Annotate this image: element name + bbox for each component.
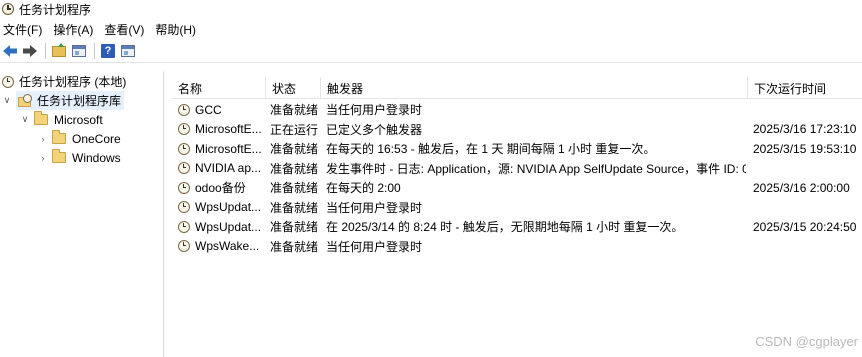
clock-icon <box>178 201 190 214</box>
column-header-trigger[interactable]: 触发器 <box>320 77 747 99</box>
folder-icon <box>52 130 66 144</box>
task-library-icon <box>18 94 32 107</box>
task-name: MicrosoftE... <box>195 141 262 156</box>
task-status: 准备就绪 <box>270 220 319 235</box>
tree-item-library[interactable]: 任务计划程序库 <box>16 91 125 110</box>
chevron-right-icon[interactable]: › <box>38 153 48 163</box>
chevron-down-icon[interactable]: ∨ <box>2 95 12 106</box>
folder-icon <box>34 111 48 125</box>
clock-icon <box>178 103 190 116</box>
task-name: WpsUpdat... <box>195 219 262 234</box>
forward-button[interactable] <box>21 42 39 60</box>
task-next-run <box>753 159 861 179</box>
task-name: MicrosoftE... <box>195 122 262 137</box>
tree-item-label: Windows <box>72 150 121 165</box>
table-row[interactable]: MicrosoftE... 准备就绪 在每天的 16:53 - 触发后，在 1 … <box>172 139 862 159</box>
toolbar-separator <box>45 43 46 59</box>
task-trigger: 当任何用户登录时 <box>326 239 423 254</box>
task-trigger: 发生事件时 - 日志: Application，源: NVIDIA App Se… <box>326 161 746 176</box>
task-next-run: 2025/3/16 2:00:00 <box>753 180 850 195</box>
task-status: 准备就绪 <box>270 142 319 157</box>
task-name: NVIDIA ap... <box>195 161 262 176</box>
tree-item-library-row: ∨ 任务计划程序库 <box>2 91 125 110</box>
arrow-right-icon <box>23 45 37 57</box>
task-name: WpsUpdat... <box>195 200 262 215</box>
tree-item-label: Microsoft <box>54 112 103 127</box>
menu-action[interactable]: 操作(A) <box>50 21 101 38</box>
clock-icon <box>2 75 14 88</box>
table-row[interactable]: MicrosoftE... 正在运行 已定义多个触发器 2025/3/16 17… <box>172 120 862 140</box>
table-row[interactable]: GCC 准备就绪 当任何用户登录时 <box>172 100 862 120</box>
task-list: 名称 状态 触发器 下次运行时间 GCC 准备就绪 当任何用户登录时 Micro… <box>172 77 862 357</box>
show-hide-action-pane-button[interactable] <box>119 42 137 60</box>
clock-icon <box>2 3 14 15</box>
table-row[interactable]: WpsUpdat... 准备就绪 在 2025/3/14 的 8:24 时 - … <box>172 217 862 237</box>
tree-item-windows[interactable]: › Windows <box>38 148 121 167</box>
column-header-name[interactable]: 名称 <box>172 77 265 99</box>
clock-icon <box>178 142 190 155</box>
task-status: 准备就绪 <box>270 161 319 176</box>
task-trigger: 在每天的 2:00 <box>326 181 401 196</box>
clock-icon <box>178 240 190 253</box>
clock-icon <box>178 181 190 194</box>
task-trigger: 当任何用户登录时 <box>326 200 423 215</box>
help-icon: ? <box>101 44 115 58</box>
task-next-run <box>753 198 861 218</box>
task-next-run: 2025/3/15 19:53:10 <box>753 141 857 156</box>
task-trigger: 当任何用户登录时 <box>326 103 423 118</box>
menu-view[interactable]: 查看(V) <box>101 21 152 38</box>
task-status: 准备就绪 <box>270 103 319 118</box>
panel-icon <box>72 45 86 57</box>
table-row[interactable]: odoo备份 准备就绪 在每天的 2:00 2025/3/16 2:00:00 <box>172 178 862 198</box>
show-hide-console-tree-button[interactable] <box>70 42 88 60</box>
task-status: 准备就绪 <box>270 181 319 196</box>
task-status: 准备就绪 <box>270 239 319 254</box>
table-row[interactable]: WpsWake... 准备就绪 当任何用户登录时 <box>172 237 862 257</box>
tree-item-onecore[interactable]: › OneCore <box>38 129 121 148</box>
column-header-next-run[interactable]: 下次运行时间 <box>747 77 862 99</box>
tree-item-microsoft[interactable]: ∨ Microsoft <box>20 110 103 129</box>
arrow-left-icon <box>3 45 17 57</box>
back-button[interactable] <box>1 42 19 60</box>
table-row[interactable]: WpsUpdat... 准备就绪 当任何用户登录时 <box>172 198 862 218</box>
chevron-right-icon[interactable]: › <box>38 134 48 144</box>
task-name: odoo备份 <box>195 181 246 196</box>
toolbar-separator <box>94 43 95 59</box>
menu-bar: 文件(F) 操作(A) 查看(V) 帮助(H) <box>0 19 862 39</box>
help-button[interactable]: ? <box>99 42 117 60</box>
task-trigger: 在每天的 16:53 - 触发后，在 1 天 期间每隔 1 小时 重复一次。 <box>326 142 656 157</box>
panel-icon <box>121 45 135 57</box>
task-name: GCC <box>195 102 222 117</box>
menu-help[interactable]: 帮助(H) <box>152 21 204 38</box>
toolbar: ? <box>0 40 862 63</box>
table-header: 名称 状态 触发器 下次运行时间 <box>172 77 862 99</box>
chevron-down-icon[interactable]: ∨ <box>20 114 30 125</box>
clock-icon <box>178 162 190 175</box>
folder-up-icon <box>52 42 66 57</box>
up-folder-button[interactable] <box>50 42 68 60</box>
task-trigger: 已定义多个触发器 <box>326 122 423 137</box>
watermark: CSDN @cgplayer <box>755 334 858 349</box>
tree-item-label: 任务计划程序 (本地) <box>19 75 127 89</box>
task-name: WpsWake... <box>195 239 260 254</box>
tree-item-root[interactable]: 任务计划程序 (本地) <box>2 72 126 91</box>
task-trigger: 在 2025/3/14 的 8:24 时 - 触发后，无限期地每隔 1 小时 重… <box>326 220 684 235</box>
task-next-run: 2025/3/16 17:23:10 <box>753 122 857 137</box>
tree-item-label: OneCore <box>72 131 121 146</box>
table-row[interactable]: NVIDIA ap... 准备就绪 发生事件时 - 日志: Applicatio… <box>172 159 862 179</box>
tree-item-label: 任务计划程序库 <box>37 94 122 108</box>
window-title: 任务计划程序 <box>19 2 92 17</box>
task-next-run <box>753 237 861 257</box>
task-status: 正在运行 <box>270 122 319 137</box>
clock-icon <box>178 123 190 136</box>
column-header-status[interactable]: 状态 <box>265 77 320 99</box>
menu-file[interactable]: 文件(F) <box>0 21 50 38</box>
title-bar: 任务计划程序 <box>0 0 862 18</box>
folder-icon <box>52 149 66 163</box>
task-next-run <box>753 100 861 120</box>
task-next-run: 2025/3/15 20:24:50 <box>753 219 857 234</box>
clock-icon <box>178 220 190 233</box>
task-status: 准备就绪 <box>270 200 319 215</box>
console-tree: 任务计划程序 (本地) ∨ 任务计划程序库 ∨ Microsoft › OneC… <box>0 71 164 357</box>
